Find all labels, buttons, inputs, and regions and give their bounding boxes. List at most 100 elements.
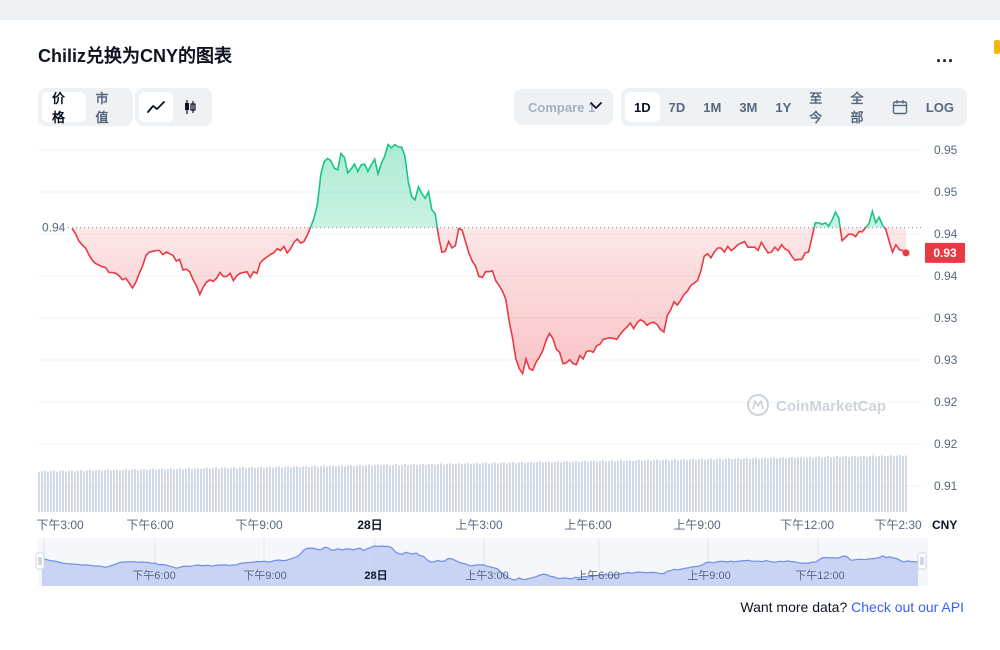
volume-bar: [194, 468, 196, 512]
more-options-button[interactable]: ...: [936, 46, 954, 67]
volume-bar: [446, 463, 448, 512]
range-1d[interactable]: 1D: [625, 92, 660, 122]
volume-bar: [254, 468, 256, 512]
navigator-handle-right[interactable]: [917, 552, 927, 570]
compare-select[interactable]: Compare 1: [514, 89, 613, 125]
y-tick-label: 0.94: [934, 227, 958, 241]
volume-bar: [545, 462, 547, 512]
volume-bar: [212, 468, 214, 512]
volume-bar: [455, 463, 457, 512]
volume-bar: [275, 467, 277, 512]
volume-bar: [626, 460, 628, 512]
y-tick-label: 0.95: [934, 143, 958, 157]
volume-bar: [65, 471, 67, 512]
volume-bar: [674, 459, 676, 512]
compare-label: Compare 1: [528, 99, 596, 115]
volume-bar: [707, 459, 709, 512]
volume-bar: [890, 455, 892, 512]
range-7d[interactable]: 7D: [660, 92, 695, 122]
volume-bar: [593, 460, 595, 512]
market-cap-tab[interactable]: 市值: [86, 91, 130, 125]
volume-bar: [335, 466, 337, 512]
volume-bar: [773, 457, 775, 512]
volume-bar: [278, 466, 280, 512]
volume-bar: [740, 459, 742, 512]
price-chart-area[interactable]: 0.95 0.95 0.94 0.94 0.93 0.93 0.92 0.92 0.91 0.94…: [0, 140, 1000, 605]
volume-bar: [329, 466, 331, 512]
range-all[interactable]: 全部: [842, 91, 883, 125]
log-scale-button[interactable]: LOG: [917, 92, 963, 122]
volume-bar: [713, 459, 715, 512]
volume-bar: [62, 470, 64, 512]
volume-bar: [128, 470, 130, 512]
volume-bar: [896, 455, 898, 512]
x-tick-label: 28日: [357, 518, 382, 532]
volume-bar: [185, 468, 187, 512]
volume-bar: [155, 469, 157, 512]
volume-bar: [434, 464, 436, 512]
volume-bar: [722, 459, 724, 512]
volume-bar: [791, 457, 793, 512]
volume-bar: [266, 467, 268, 512]
volume-bar: [665, 459, 667, 512]
volume-bar: [404, 464, 406, 512]
volume-bar: [368, 464, 370, 512]
volume-bar: [524, 463, 526, 512]
calendar-button[interactable]: [883, 92, 917, 122]
x-tick-label: 下午3:00: [36, 518, 84, 532]
volume-bar: [257, 467, 259, 512]
volume-bar: [209, 468, 211, 512]
volume-bar: [119, 470, 121, 512]
volume-bar: [347, 465, 349, 512]
volume-bar: [734, 458, 736, 512]
price-tab[interactable]: 价格: [42, 91, 86, 125]
volume-bar: [842, 456, 844, 512]
volume-bar: [470, 464, 472, 512]
range-3m[interactable]: 3M: [730, 92, 766, 122]
volume-bars: [38, 455, 907, 512]
volume-bar: [197, 467, 199, 512]
volume-bar: [596, 461, 598, 512]
y-tick-label: 0.93: [934, 353, 958, 367]
volume-bar: [398, 465, 400, 512]
volume-bar: [680, 459, 682, 512]
range-1y[interactable]: 1Y: [766, 92, 800, 122]
volume-bar: [341, 465, 343, 512]
volume-bar: [161, 468, 163, 512]
volume-bar: [377, 464, 379, 512]
range-ytd[interactable]: 至今: [800, 91, 841, 125]
line-chart-button[interactable]: [139, 92, 173, 122]
volume-bar: [125, 469, 127, 512]
volume-bar: [605, 461, 607, 512]
y-tick-label: 0.91: [934, 479, 958, 493]
volume-bar: [779, 457, 781, 512]
volume-bar: [836, 456, 838, 512]
price-chart[interactable]: 0.95 0.95 0.94 0.94 0.93 0.93 0.92 0.92 0.91 0.94…: [0, 140, 1000, 600]
volume-bar: [482, 463, 484, 512]
candlestick-chart-button[interactable]: [173, 92, 207, 122]
volume-bar: [746, 457, 748, 512]
volume-bar: [551, 462, 553, 512]
page-title: Chiliz兑换为CNY的图表: [38, 46, 233, 66]
volume-bar: [110, 470, 112, 512]
volume-bar: [314, 465, 316, 512]
volume-bar: [650, 460, 652, 512]
volume-bar: [578, 462, 580, 512]
volume-bar: [725, 458, 727, 512]
volume-bar: [53, 470, 55, 512]
volume-bar: [563, 461, 565, 512]
volume-bar: [290, 467, 292, 512]
volume-bar: [785, 458, 787, 512]
volume-bar: [614, 461, 616, 512]
range-1m[interactable]: 1M: [694, 92, 730, 122]
volume-bar: [50, 471, 52, 512]
volume-bar: [302, 466, 304, 512]
volume-bar: [464, 463, 466, 512]
volume-bar: [701, 458, 703, 512]
navigator-tick-label: 下午9:00: [243, 569, 286, 582]
navigator-handle-left[interactable]: [35, 552, 45, 570]
volume-bar: [137, 470, 139, 512]
volume-bar: [236, 468, 238, 512]
api-link[interactable]: Check out our API: [851, 599, 964, 615]
volume-bar: [833, 456, 835, 512]
